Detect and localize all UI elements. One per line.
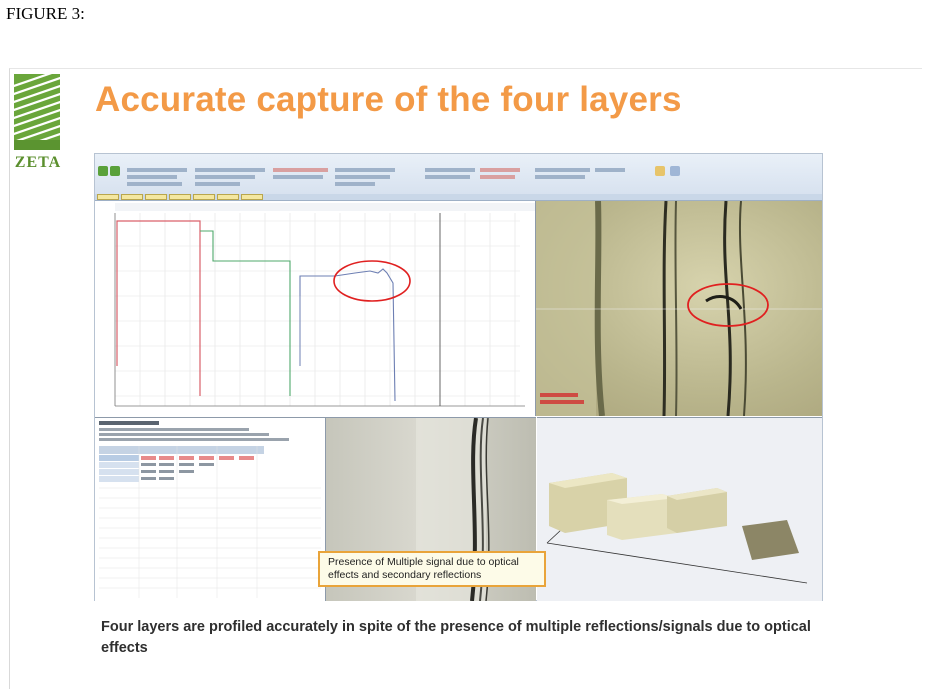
annotation-callout: Presence of Multiple signal due to optic…: [318, 551, 546, 587]
view-tabs: [95, 194, 822, 200]
folder-icon: [655, 166, 665, 176]
slide-caption: Four layers are profiled accurately in s…: [101, 619, 811, 656]
software-ribbon: [95, 154, 822, 201]
zeta-logo: ZETA: [14, 74, 62, 174]
zeta-logo-icon: [14, 74, 60, 150]
3d-surface-view: [537, 417, 822, 601]
forward-icon: [110, 166, 120, 176]
analysis-report-panel: [95, 417, 326, 601]
slide-title: Accurate capture of the four layers: [95, 80, 682, 119]
microscope-top-view: [536, 201, 822, 416]
back-icon: [98, 166, 108, 176]
software-screenshot: [94, 153, 823, 601]
profile-graph-panel: [95, 201, 536, 416]
logo-wordmark: ZETA: [14, 154, 62, 171]
figure-label: FIGURE 3:: [6, 4, 85, 23]
settings-icon: [670, 166, 680, 176]
